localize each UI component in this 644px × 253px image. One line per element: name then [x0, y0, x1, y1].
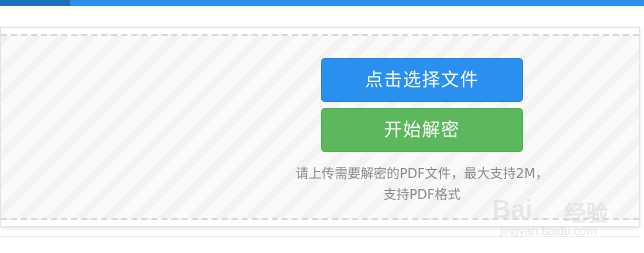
top-accent-bar	[0, 0, 644, 6]
upload-hint-line1: 请上传需要解密的PDF文件，最大支持2M，	[295, 167, 549, 182]
start-decrypt-button[interactable]: 开始解密	[321, 108, 523, 152]
top-accent-bar-active	[0, 0, 70, 6]
baidu-jingyan-watermark: Bai 经验 jingyan.baidu.com	[492, 192, 632, 242]
watermark-url: jingyan.baidu.com	[500, 224, 597, 238]
select-file-button[interactable]: 点击选择文件	[321, 58, 523, 102]
watermark-brand: Bai	[492, 194, 533, 224]
